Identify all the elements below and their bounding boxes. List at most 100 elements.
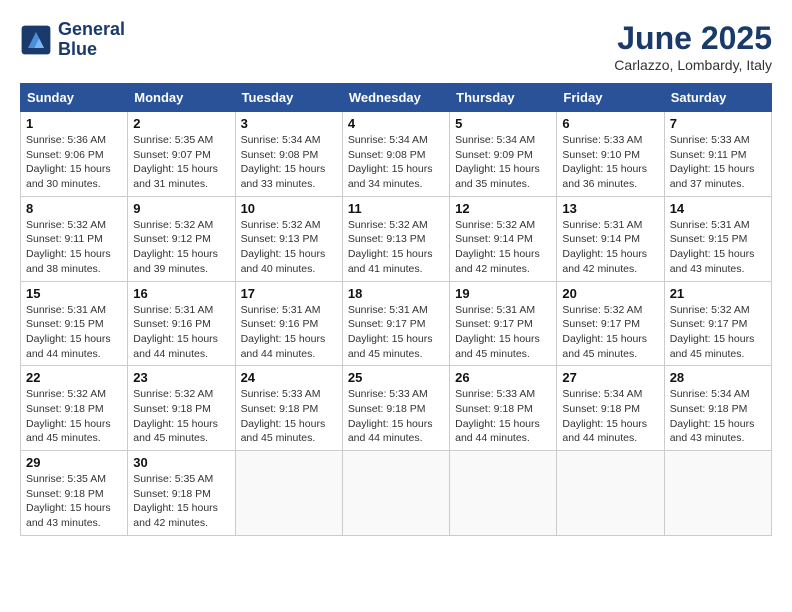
- day-info: Sunrise: 5:32 AMSunset: 9:13 PMDaylight:…: [348, 219, 433, 275]
- day-info: Sunrise: 5:32 AMSunset: 9:18 PMDaylight:…: [26, 388, 111, 444]
- day-number: 24: [241, 370, 337, 385]
- day-number: 16: [133, 286, 229, 301]
- day-number: 1: [26, 116, 122, 131]
- list-item: 21 Sunrise: 5:32 AMSunset: 9:17 PMDaylig…: [664, 281, 771, 366]
- day-number: 17: [241, 286, 337, 301]
- table-row: 1 Sunrise: 5:36 AMSunset: 9:06 PMDayligh…: [21, 112, 772, 197]
- list-item: 30 Sunrise: 5:35 AMSunset: 9:18 PMDaylig…: [128, 451, 235, 536]
- col-friday: Friday: [557, 84, 664, 112]
- list-item: 18 Sunrise: 5:31 AMSunset: 9:17 PMDaylig…: [342, 281, 449, 366]
- table-row: 8 Sunrise: 5:32 AMSunset: 9:11 PMDayligh…: [21, 196, 772, 281]
- list-item: 16 Sunrise: 5:31 AMSunset: 9:16 PMDaylig…: [128, 281, 235, 366]
- day-info: Sunrise: 5:32 AMSunset: 9:17 PMDaylight:…: [670, 304, 755, 360]
- day-number: 25: [348, 370, 444, 385]
- day-info: Sunrise: 5:31 AMSunset: 9:14 PMDaylight:…: [562, 219, 647, 275]
- list-item: 1 Sunrise: 5:36 AMSunset: 9:06 PMDayligh…: [21, 112, 128, 197]
- list-item: 10 Sunrise: 5:32 AMSunset: 9:13 PMDaylig…: [235, 196, 342, 281]
- table-row: 15 Sunrise: 5:31 AMSunset: 9:15 PMDaylig…: [21, 281, 772, 366]
- calendar-subtitle: Carlazzo, Lombardy, Italy: [614, 57, 772, 73]
- day-info: Sunrise: 5:33 AMSunset: 9:18 PMDaylight:…: [241, 388, 326, 444]
- list-item: [235, 451, 342, 536]
- list-item: 23 Sunrise: 5:32 AMSunset: 9:18 PMDaylig…: [128, 366, 235, 451]
- list-item: 8 Sunrise: 5:32 AMSunset: 9:11 PMDayligh…: [21, 196, 128, 281]
- col-wednesday: Wednesday: [342, 84, 449, 112]
- col-monday: Monday: [128, 84, 235, 112]
- day-info: Sunrise: 5:35 AMSunset: 9:18 PMDaylight:…: [133, 473, 218, 529]
- list-item: 3 Sunrise: 5:34 AMSunset: 9:08 PMDayligh…: [235, 112, 342, 197]
- day-number: 26: [455, 370, 551, 385]
- day-info: Sunrise: 5:33 AMSunset: 9:18 PMDaylight:…: [348, 388, 433, 444]
- header: General Blue June 2025 Carlazzo, Lombard…: [20, 20, 772, 73]
- col-thursday: Thursday: [450, 84, 557, 112]
- day-number: 5: [455, 116, 551, 131]
- list-item: 14 Sunrise: 5:31 AMSunset: 9:15 PMDaylig…: [664, 196, 771, 281]
- list-item: 13 Sunrise: 5:31 AMSunset: 9:14 PMDaylig…: [557, 196, 664, 281]
- day-number: 30: [133, 455, 229, 470]
- day-number: 27: [562, 370, 658, 385]
- col-tuesday: Tuesday: [235, 84, 342, 112]
- list-item: 4 Sunrise: 5:34 AMSunset: 9:08 PMDayligh…: [342, 112, 449, 197]
- list-item: [342, 451, 449, 536]
- day-info: Sunrise: 5:34 AMSunset: 9:18 PMDaylight:…: [670, 388, 755, 444]
- day-info: Sunrise: 5:31 AMSunset: 9:16 PMDaylight:…: [133, 304, 218, 360]
- day-info: Sunrise: 5:35 AMSunset: 9:07 PMDaylight:…: [133, 134, 218, 190]
- logo-icon: [20, 24, 52, 56]
- day-info: Sunrise: 5:35 AMSunset: 9:18 PMDaylight:…: [26, 473, 111, 529]
- list-item: 20 Sunrise: 5:32 AMSunset: 9:17 PMDaylig…: [557, 281, 664, 366]
- list-item: 19 Sunrise: 5:31 AMSunset: 9:17 PMDaylig…: [450, 281, 557, 366]
- list-item: 15 Sunrise: 5:31 AMSunset: 9:15 PMDaylig…: [21, 281, 128, 366]
- day-number: 13: [562, 201, 658, 216]
- logo-text: General Blue: [58, 20, 125, 60]
- calendar-body: 1 Sunrise: 5:36 AMSunset: 9:06 PMDayligh…: [21, 112, 772, 536]
- day-number: 15: [26, 286, 122, 301]
- day-number: 4: [348, 116, 444, 131]
- list-item: 6 Sunrise: 5:33 AMSunset: 9:10 PMDayligh…: [557, 112, 664, 197]
- day-info: Sunrise: 5:34 AMSunset: 9:18 PMDaylight:…: [562, 388, 647, 444]
- day-info: Sunrise: 5:33 AMSunset: 9:11 PMDaylight:…: [670, 134, 755, 190]
- day-number: 29: [26, 455, 122, 470]
- list-item: 5 Sunrise: 5:34 AMSunset: 9:09 PMDayligh…: [450, 112, 557, 197]
- list-item: [664, 451, 771, 536]
- day-info: Sunrise: 5:32 AMSunset: 9:17 PMDaylight:…: [562, 304, 647, 360]
- day-info: Sunrise: 5:31 AMSunset: 9:17 PMDaylight:…: [455, 304, 540, 360]
- day-info: Sunrise: 5:32 AMSunset: 9:13 PMDaylight:…: [241, 219, 326, 275]
- logo: General Blue: [20, 20, 125, 60]
- calendar-table: Sunday Monday Tuesday Wednesday Thursday…: [20, 83, 772, 536]
- list-item: 24 Sunrise: 5:33 AMSunset: 9:18 PMDaylig…: [235, 366, 342, 451]
- day-number: 3: [241, 116, 337, 131]
- list-item: 28 Sunrise: 5:34 AMSunset: 9:18 PMDaylig…: [664, 366, 771, 451]
- day-info: Sunrise: 5:32 AMSunset: 9:12 PMDaylight:…: [133, 219, 218, 275]
- list-item: 17 Sunrise: 5:31 AMSunset: 9:16 PMDaylig…: [235, 281, 342, 366]
- day-number: 8: [26, 201, 122, 216]
- title-area: June 2025 Carlazzo, Lombardy, Italy: [614, 20, 772, 73]
- list-item: 26 Sunrise: 5:33 AMSunset: 9:18 PMDaylig…: [450, 366, 557, 451]
- day-number: 18: [348, 286, 444, 301]
- day-number: 23: [133, 370, 229, 385]
- day-number: 2: [133, 116, 229, 131]
- day-info: Sunrise: 5:31 AMSunset: 9:15 PMDaylight:…: [670, 219, 755, 275]
- day-number: 10: [241, 201, 337, 216]
- day-number: 9: [133, 201, 229, 216]
- col-sunday: Sunday: [21, 84, 128, 112]
- day-number: 7: [670, 116, 766, 131]
- day-number: 11: [348, 201, 444, 216]
- calendar-title: June 2025: [614, 20, 772, 57]
- day-info: Sunrise: 5:31 AMSunset: 9:15 PMDaylight:…: [26, 304, 111, 360]
- list-item: 29 Sunrise: 5:35 AMSunset: 9:18 PMDaylig…: [21, 451, 128, 536]
- day-info: Sunrise: 5:36 AMSunset: 9:06 PMDaylight:…: [26, 134, 111, 190]
- day-info: Sunrise: 5:34 AMSunset: 9:08 PMDaylight:…: [241, 134, 326, 190]
- list-item: 9 Sunrise: 5:32 AMSunset: 9:12 PMDayligh…: [128, 196, 235, 281]
- list-item: [557, 451, 664, 536]
- list-item: 25 Sunrise: 5:33 AMSunset: 9:18 PMDaylig…: [342, 366, 449, 451]
- day-info: Sunrise: 5:32 AMSunset: 9:11 PMDaylight:…: [26, 219, 111, 275]
- day-number: 14: [670, 201, 766, 216]
- list-item: 2 Sunrise: 5:35 AMSunset: 9:07 PMDayligh…: [128, 112, 235, 197]
- day-info: Sunrise: 5:33 AMSunset: 9:18 PMDaylight:…: [455, 388, 540, 444]
- day-info: Sunrise: 5:31 AMSunset: 9:17 PMDaylight:…: [348, 304, 433, 360]
- list-item: 12 Sunrise: 5:32 AMSunset: 9:14 PMDaylig…: [450, 196, 557, 281]
- day-number: 21: [670, 286, 766, 301]
- day-number: 12: [455, 201, 551, 216]
- table-row: 29 Sunrise: 5:35 AMSunset: 9:18 PMDaylig…: [21, 451, 772, 536]
- day-number: 28: [670, 370, 766, 385]
- table-row: 22 Sunrise: 5:32 AMSunset: 9:18 PMDaylig…: [21, 366, 772, 451]
